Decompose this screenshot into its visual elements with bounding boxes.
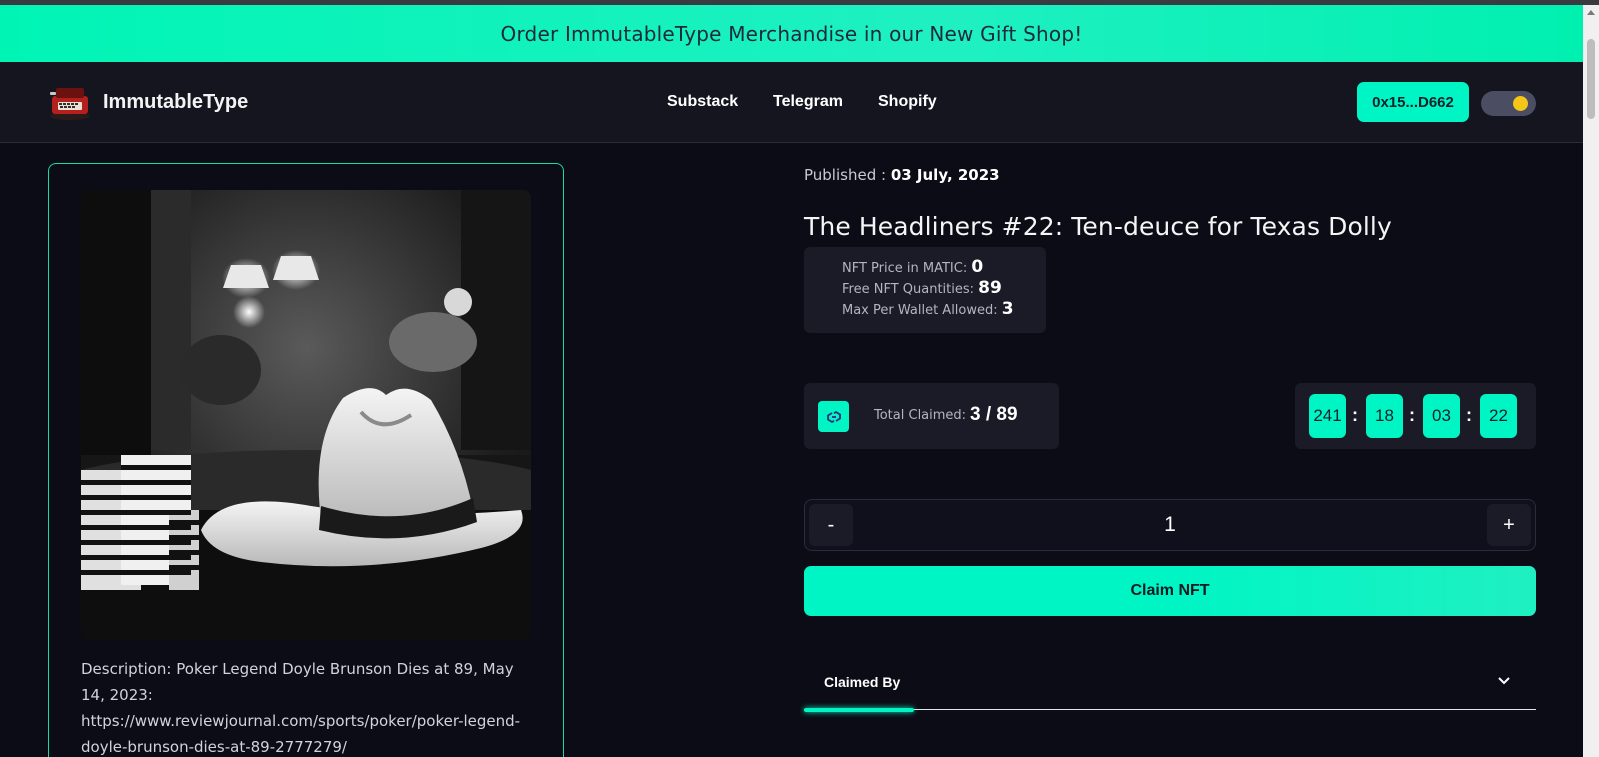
total-claimed-box: Total Claimed: 3 / 89	[804, 383, 1059, 449]
quantity-label: Free NFT Quantities:	[842, 282, 975, 297]
countdown-timer: 241 : 18 : 03 : 22	[1295, 383, 1536, 449]
nft-title: The Headliners #22: Ten-deuce for Texas …	[804, 212, 1392, 241]
published-date: Published : 03 July, 2023	[804, 166, 1000, 184]
promo-banner[interactable]: Order ImmutableType Merchandise in our N…	[0, 5, 1583, 62]
promo-banner-text[interactable]: Order ImmutableType Merchandise in our N…	[501, 22, 1083, 46]
nft-description-more	[81, 742, 531, 757]
price-row: NFT Price in MATIC: 0	[842, 257, 983, 277]
wallet-address-button[interactable]: 0x15...D662	[1357, 82, 1469, 122]
timer-hours: 18	[1366, 394, 1403, 438]
published-value: 03 July, 2023	[890, 166, 1000, 184]
quantity-stepper: - 1 +	[804, 499, 1536, 551]
decrement-button[interactable]: -	[809, 504, 853, 546]
quantity-value: 89	[978, 278, 1002, 298]
nav-link-telegram[interactable]: Telegram	[773, 93, 843, 111]
nft-artwork	[81, 190, 531, 640]
published-label: Published :	[804, 166, 887, 184]
timer-separator: :	[1466, 405, 1472, 425]
nft-card: Description: Poker Legend Doyle Brunson …	[48, 163, 564, 757]
nft-info-box: NFT Price in MATIC: 0 Free NFT Quantitie…	[804, 247, 1046, 333]
quantity-row: Free NFT Quantities: 89	[842, 278, 1002, 298]
polygon-link-icon	[818, 401, 849, 432]
price-value: 0	[971, 257, 984, 277]
claimed-by-label[interactable]: Claimed By	[824, 674, 900, 690]
nav-link-substack[interactable]: Substack	[667, 93, 738, 111]
page-scrollbar[interactable]	[1583, 5, 1599, 757]
max-wallet-row: Max Per Wallet Allowed: 3	[842, 299, 1014, 319]
typewriter-logo-icon[interactable]	[48, 82, 92, 122]
timer-days: 241	[1309, 394, 1346, 438]
poker-chips	[81, 455, 199, 590]
site-header: ImmutableType Substack Telegram Shopify …	[0, 62, 1583, 143]
accordion-active-indicator	[804, 708, 914, 712]
max-wallet-value: 3	[1001, 299, 1014, 319]
theme-toggle-knob	[1513, 96, 1528, 111]
nav-link-shopify[interactable]: Shopify	[878, 93, 937, 111]
increment-button[interactable]: +	[1487, 504, 1531, 546]
timer-separator: :	[1409, 405, 1415, 425]
claimed-by-accordion[interactable]: Claimed By	[804, 662, 1536, 712]
nft-artwork-image	[81, 190, 531, 640]
chevron-down-icon[interactable]	[1496, 672, 1512, 688]
theme-toggle[interactable]	[1481, 91, 1536, 116]
quantity-input[interactable]: 1	[1164, 513, 1176, 537]
timer-minutes: 03	[1423, 394, 1460, 438]
total-claimed-label: Total Claimed:	[874, 408, 967, 423]
total-claimed-value: 3 / 89	[970, 404, 1018, 425]
max-wallet-label: Max Per Wallet Allowed:	[842, 303, 998, 318]
timer-separator: :	[1352, 405, 1358, 425]
brand-name[interactable]: ImmutableType	[103, 91, 248, 114]
timer-seconds: 22	[1480, 394, 1517, 438]
price-label: NFT Price in MATIC:	[842, 261, 968, 276]
claim-nft-button[interactable]: Claim NFT	[804, 566, 1536, 616]
scrollbar-thumb[interactable]	[1587, 39, 1595, 119]
scroll-up-arrow-icon[interactable]	[1587, 10, 1595, 15]
